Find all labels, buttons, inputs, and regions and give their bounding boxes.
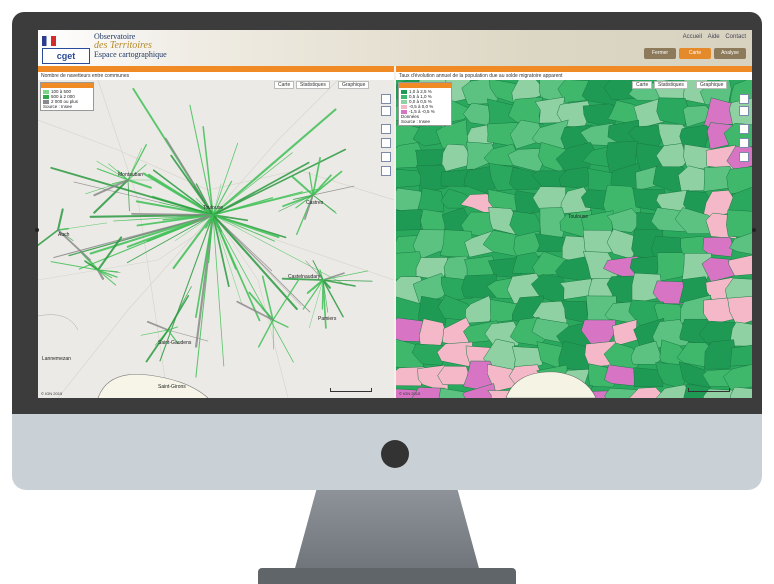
zoom-in-icon[interactable] [739, 94, 749, 104]
right-map[interactable]: Toulouse Carte Statistiques Graphique 1,… [396, 80, 752, 398]
analysis-button[interactable]: Analyse [714, 48, 746, 59]
bezel-dot [752, 228, 756, 232]
pan-icon[interactable] [381, 124, 391, 134]
right-map-panel: Taux d'évolution annuel de la population… [396, 66, 752, 398]
tab-graph[interactable]: Graphique [338, 81, 370, 89]
territory-cell [679, 124, 710, 148]
city-label: Saint-Gaudens [158, 340, 192, 346]
left-map[interactable]: Toulouse Montauban Castres Castelnaudary… [38, 80, 394, 398]
close-button[interactable]: Fermer [644, 48, 676, 59]
legend-source: Source : Insee [401, 119, 431, 124]
site-title: Observatoire des Territoires Espace cart… [94, 32, 214, 59]
left-legend: 100 à 500 500 à 2 000 2 000 ou plus Sour… [40, 82, 94, 111]
choropleth-svg: Toulouse [396, 80, 752, 398]
layers-icon[interactable] [381, 152, 391, 162]
fullscreen-icon[interactable] [381, 138, 391, 148]
map-copyright: © IGN 2015 [41, 391, 63, 396]
city-label: Castres [306, 200, 324, 206]
right-panel-title: Taux d'évolution annuel de la population… [396, 72, 752, 80]
city-label: Toulouse [568, 214, 588, 220]
tab-map[interactable]: Carte [632, 81, 653, 89]
french-flag-icon [42, 36, 56, 46]
site-header: cget Observatoire des Territoires Espace… [38, 30, 752, 66]
apple-logo-icon [381, 440, 409, 468]
monitor-stand [294, 490, 480, 572]
site-title-line3: Espace cartographique [94, 50, 167, 59]
city-label: Saint-Girons [158, 384, 186, 390]
zoom-out-icon[interactable] [381, 106, 391, 116]
left-panel-title: Nombre de navetteurs entre communes [38, 72, 394, 80]
territory-cell [730, 386, 752, 398]
tab-graph[interactable]: Graphique [696, 81, 728, 89]
map-copyright: © IGN 2015 [399, 391, 421, 396]
tab-stats[interactable]: Statistiques [296, 81, 330, 89]
city-label: Pamiers [318, 316, 337, 322]
flow-map-svg: Toulouse Montauban Castres Castelnaudary… [38, 80, 394, 398]
city-label: Toulouse [203, 205, 223, 211]
layers-icon[interactable] [739, 152, 749, 162]
fullscreen-icon[interactable] [739, 138, 749, 148]
top-link-help[interactable]: Aide [708, 34, 720, 40]
screen: cget Observatoire des Territoires Espace… [38, 30, 752, 398]
city-label: Castelnaudary [288, 274, 321, 280]
legend-source: Source : Insee [43, 104, 73, 109]
city-label: Auch [58, 232, 70, 238]
tab-stats[interactable]: Statistiques [654, 81, 688, 89]
cget-logo: cget [42, 48, 90, 64]
top-links: Accueil Aide Contact [679, 34, 746, 40]
flow-line [131, 213, 214, 216]
territory-cell [726, 209, 752, 238]
scale-bar [688, 388, 730, 392]
scale-bar [330, 388, 372, 392]
print-icon[interactable] [381, 166, 391, 176]
right-legend: 1,0 à 2,5 % 0,5 à 1,0 % 0,0 à 0,5 % -0,5… [398, 82, 452, 126]
site-title-line2: des Territoires [94, 40, 152, 51]
zoom-out-icon[interactable] [739, 106, 749, 116]
pan-icon[interactable] [739, 124, 749, 134]
bezel-dot [35, 228, 39, 232]
top-link-home[interactable]: Accueil [683, 34, 702, 40]
zoom-in-icon[interactable] [381, 94, 391, 104]
top-link-contact[interactable]: Contact [725, 34, 746, 40]
city-label: Lannemezan [42, 356, 71, 362]
flow-line [321, 279, 324, 310]
tab-map[interactable]: Carte [274, 81, 295, 89]
left-map-panel: Nombre de navetteurs entre communes Toul… [38, 66, 394, 398]
map-button[interactable]: Carte [679, 48, 711, 59]
city-label: Montauban [118, 172, 143, 178]
monitor-base [258, 568, 516, 584]
